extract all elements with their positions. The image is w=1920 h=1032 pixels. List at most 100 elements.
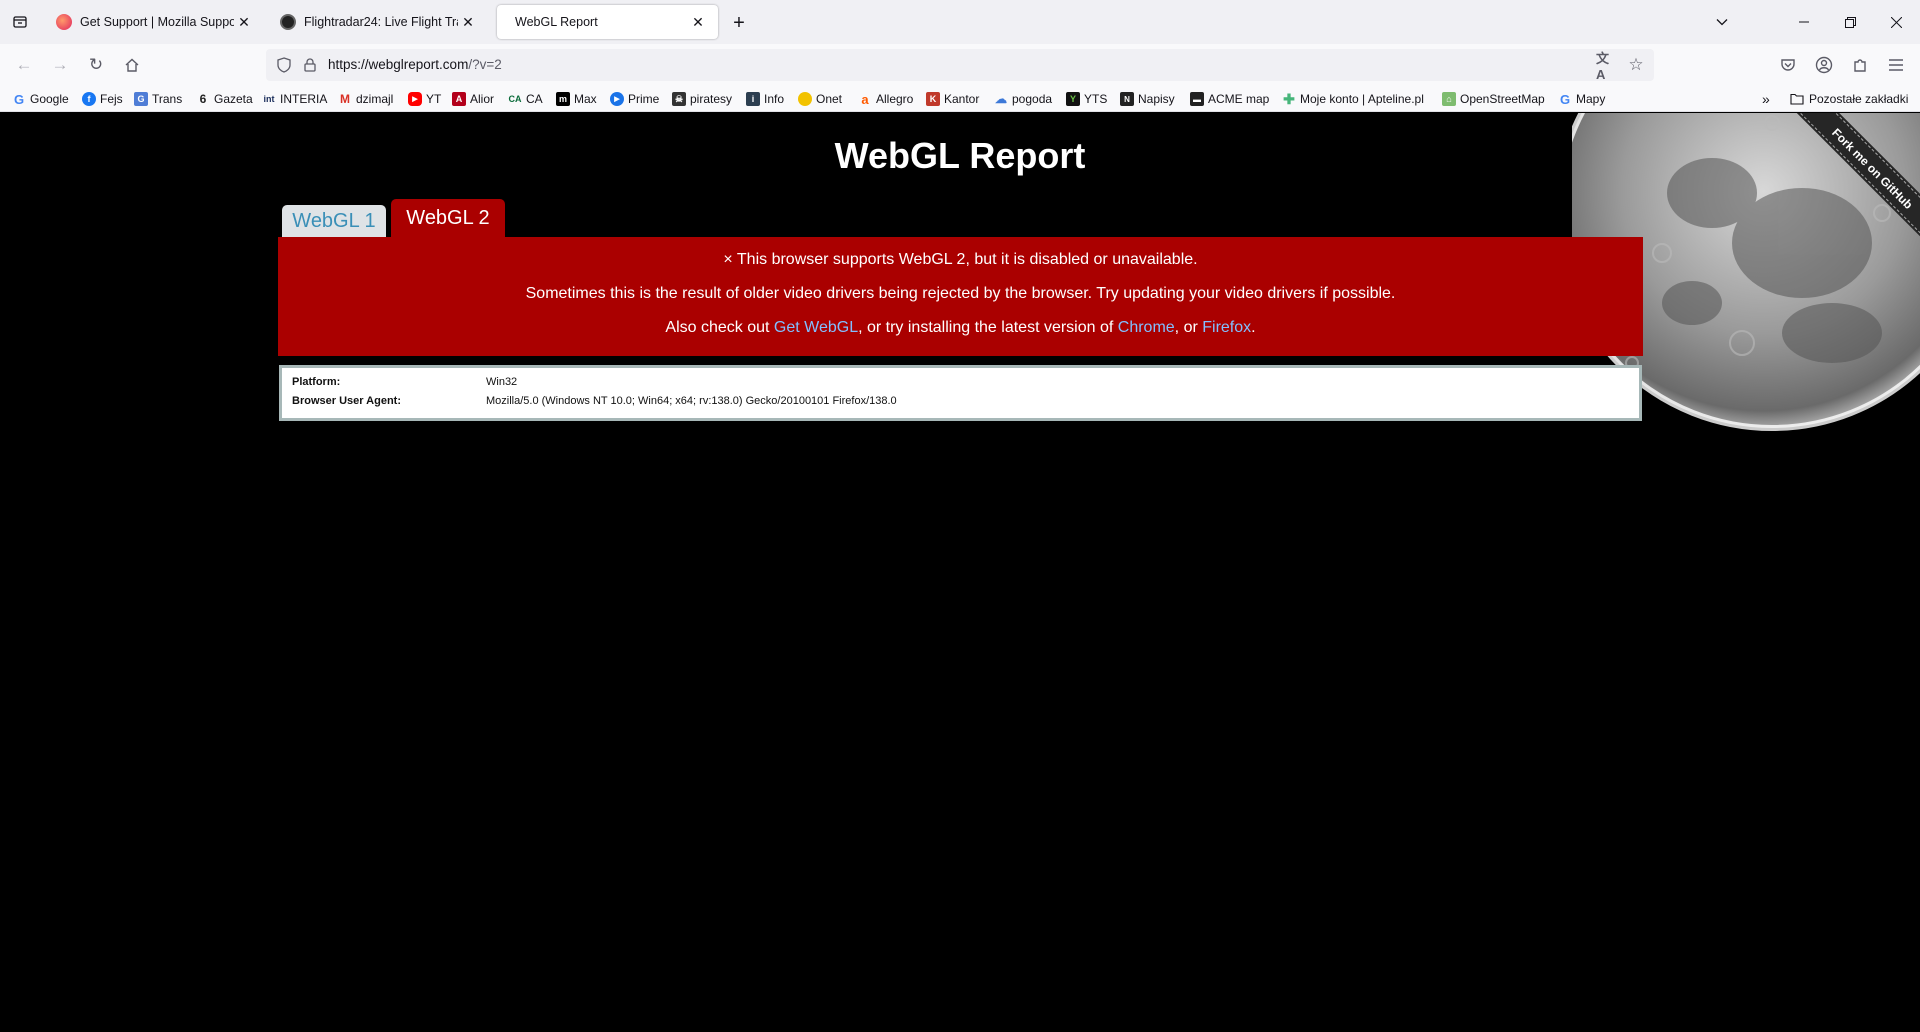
bookmark-item[interactable]: a Allegro <box>858 90 913 108</box>
tab-list-icon <box>13 16 27 28</box>
home-button[interactable] <box>116 49 148 81</box>
max-icon: m <box>556 92 570 106</box>
account-button[interactable] <box>1808 49 1840 81</box>
info-value: Win32 <box>486 376 518 388</box>
bookmarks-toolbar: G Google f Fejs G Trans 6 Gazeta int INTERIA … <box>0 86 1920 112</box>
get-webgl-link[interactable]: Get WebGL <box>774 319 858 336</box>
bookmark-star-icon[interactable]: ☆ <box>1626 55 1646 75</box>
bookmark-item[interactable]: G Trans <box>134 90 182 108</box>
chevron-down-icon <box>1716 19 1728 26</box>
bookmark-item[interactable]: G Mapy <box>1558 90 1605 108</box>
browser-tab-active[interactable]: WebGL Report ✕ <box>497 5 718 39</box>
tracking-protection-shield-icon[interactable] <box>274 55 294 75</box>
folder-icon <box>1790 93 1804 105</box>
close-tab-icon[interactable]: ✕ <box>458 12 478 32</box>
home-icon <box>125 58 139 72</box>
pocket-button[interactable] <box>1772 49 1804 81</box>
osm-icon: ⌂ <box>1442 92 1456 106</box>
forward-button[interactable]: → <box>44 49 76 81</box>
arrow-right-icon: → <box>51 55 69 74</box>
bookmark-item[interactable]: Y YTS <box>1066 90 1107 108</box>
google-maps-icon: G <box>1559 91 1571 107</box>
close-window-button[interactable] <box>1873 0 1919 44</box>
apteline-icon: ✚ <box>1283 90 1295 107</box>
info-key: Platform: <box>292 376 341 388</box>
app-menu-button[interactable] <box>1880 49 1912 81</box>
bookmark-item[interactable]: CA CA <box>508 90 543 108</box>
warning-message: × This browser supports WebGL 2, but it … <box>723 251 1198 268</box>
tab-list-button[interactable] <box>8 10 32 34</box>
acme-icon: ▬ <box>1190 92 1204 106</box>
bookmark-item[interactable]: 6 Gazeta <box>196 90 253 108</box>
kantor-icon: K <box>926 92 940 106</box>
minimize-button[interactable] <box>1781 0 1827 44</box>
tab-title: Flightradar24: Live Flight Tracke <box>304 15 458 29</box>
info-key: Browser User Agent: <box>292 395 402 407</box>
pirate-icon: ☠ <box>672 92 686 106</box>
bookmark-item[interactable]: ▬ ACME map <box>1190 90 1269 108</box>
bookmark-item[interactable]: m Max <box>556 90 597 108</box>
lock-icon[interactable] <box>300 55 320 75</box>
tab-webgl2[interactable]: WebGL 2 <box>391 199 505 237</box>
list-all-tabs-button[interactable] <box>1710 10 1734 34</box>
facebook-icon: f <box>82 92 96 106</box>
bookmark-item[interactable]: ▶ Prime <box>610 90 659 108</box>
puzzle-icon <box>1854 59 1866 72</box>
restore-button[interactable] <box>1827 0 1873 44</box>
double-chevron-right-icon: » <box>1762 91 1770 107</box>
bookmark-item[interactable]: int INTERIA <box>262 90 328 108</box>
other-bookmarks-folder[interactable]: Pozostałe zakładki <box>1790 90 1908 108</box>
bookmark-item[interactable]: ▶ YT <box>408 90 441 108</box>
url-bar[interactable]: https://webglreport.com/?v=2 文A ☆ <box>266 49 1654 82</box>
bookmark-item[interactable]: ☠ piratesy <box>672 90 732 108</box>
page-title: WebGL Report <box>834 135 1086 176</box>
close-tab-icon[interactable]: ✕ <box>234 12 254 32</box>
napisy-icon: N <box>1120 92 1134 106</box>
translate-icon[interactable]: 文A <box>1596 51 1616 82</box>
browser-tab[interactable]: Flightradar24: Live Flight Tracke ✕ <box>270 5 488 39</box>
info-row-user-agent: Browser User Agent: Mozilla/5.0 (Windows… <box>292 395 897 411</box>
translate-icon: G <box>134 92 148 106</box>
bookmark-item[interactable]: f Fejs <box>82 90 123 108</box>
bookmark-item[interactable]: G Google <box>12 90 69 108</box>
onet-icon <box>798 92 812 106</box>
bookmark-item[interactable]: N Napisy <box>1120 90 1175 108</box>
bookmark-item[interactable]: ⌂ OpenStreetMap <box>1442 90 1545 108</box>
minimize-icon <box>1799 21 1809 23</box>
interia-icon: int <box>263 94 275 104</box>
new-tab-button[interactable]: + <box>726 10 752 36</box>
bookmark-item[interactable]: Onet <box>798 90 842 108</box>
info-table: Platform: Win32 Browser User Agent: Mozi… <box>279 365 1642 421</box>
gazeta-icon: 6 <box>199 92 207 106</box>
bookmark-item[interactable]: K Kantor <box>926 90 979 108</box>
weather-icon: ☁ <box>995 92 1007 106</box>
bookmark-item[interactable]: ✚ Moje konto | Apteline.pl <box>1282 90 1424 108</box>
reload-button[interactable]: ↻ <box>80 49 112 81</box>
back-button[interactable]: ← <box>8 49 40 81</box>
reload-icon: ↻ <box>88 55 104 74</box>
url-text[interactable]: https://webglreport.com/?v=2 <box>328 57 502 72</box>
bookmark-item[interactable]: ☁ pogoda <box>994 90 1052 108</box>
alior-icon: A <box>452 92 466 106</box>
prime-icon: ▶ <box>610 92 624 106</box>
gmail-icon: M <box>340 92 350 106</box>
bookmark-item[interactable]: i Info <box>746 90 784 108</box>
extensions-button[interactable] <box>1844 49 1876 81</box>
mozilla-support-icon <box>56 14 72 30</box>
restore-icon <box>1844 16 1856 28</box>
bookmark-item[interactable]: A Alior <box>452 90 494 108</box>
close-tab-icon[interactable]: ✕ <box>688 12 708 32</box>
tab-bar: Get Support | Mozilla Support ✕ Flightra… <box>0 0 1920 44</box>
browser-tab[interactable]: Get Support | Mozilla Support ✕ <box>46 5 264 39</box>
warning-drivers-text: Sometimes this is the result of older vi… <box>525 285 1396 302</box>
tab-webgl1[interactable]: WebGL 1 <box>282 205 386 237</box>
close-icon <box>1890 16 1902 28</box>
bookmarks-overflow-button[interactable]: » <box>1762 90 1770 108</box>
youtube-icon: ▶ <box>408 92 422 106</box>
hamburger-menu-icon <box>1889 59 1903 71</box>
navigation-toolbar: ← → ↻ https://webglreport.com/?v=2 文A ☆ <box>0 44 1920 86</box>
chrome-link[interactable]: Chrome <box>1118 319 1175 336</box>
firefox-link[interactable]: Firefox <box>1202 319 1251 336</box>
bookmark-item[interactable]: Mdzimajl <box>338 90 393 108</box>
tab-title: WebGL Report <box>515 15 598 29</box>
